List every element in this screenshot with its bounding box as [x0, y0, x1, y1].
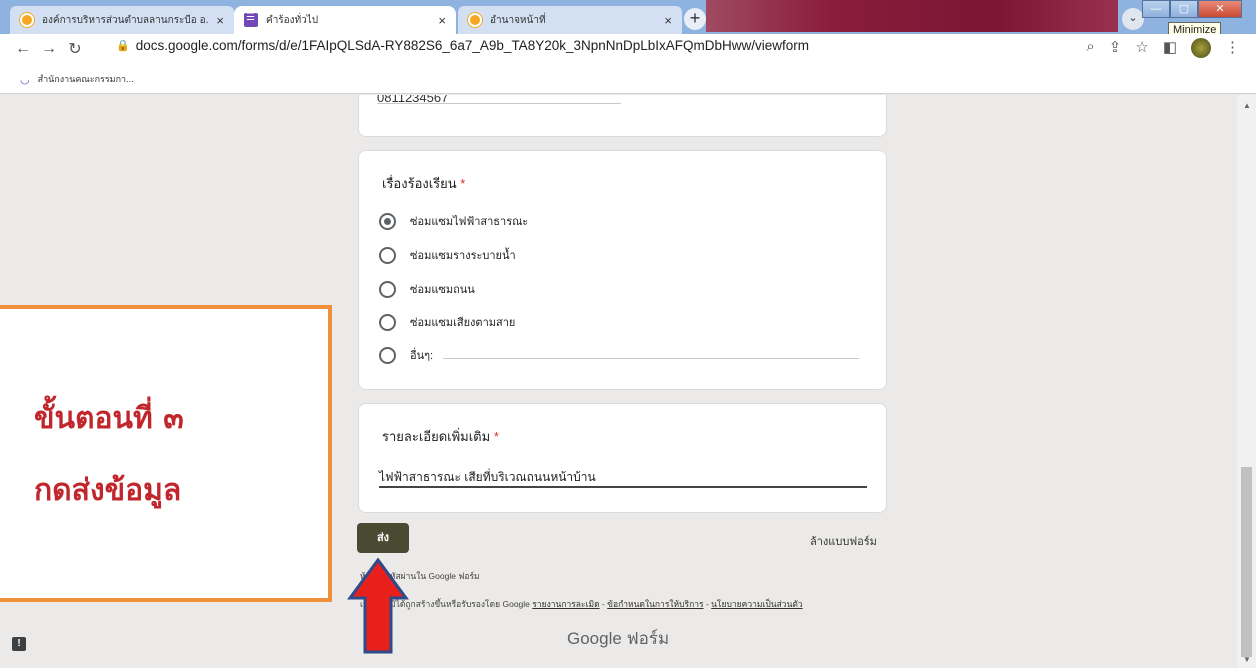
address-bar[interactable]: 🔒 docs.google.com/forms/d/e/1FAIpQLSdA-R… — [116, 38, 809, 53]
callout-step: ขั้นตอนที่ ๓ — [34, 401, 184, 436]
forward-icon[interactable]: → — [36, 40, 62, 58]
tab-label: องค์การบริหารส่วนตำบลลานกระบือ อ. — [42, 14, 209, 26]
option-label: ซ่อมแซมเสียงตามสาย — [410, 317, 516, 329]
option-2[interactable]: ซ่อมแซมรางระบายน้ำ — [379, 246, 516, 264]
details-title-text: รายละเอียดเพิ่มเติม — [382, 429, 491, 444]
radio-icon[interactable] — [379, 246, 396, 264]
close-icon[interactable]: × — [438, 13, 446, 28]
close-window-button[interactable]: ✕ — [1198, 0, 1242, 18]
phone-card: 0811234567 — [358, 95, 887, 137]
window-controls: — ▢ ✕ — [1142, 0, 1242, 18]
option-label: ซ่อมแซมถนน — [410, 284, 475, 296]
share-icon[interactable]: ⇪ — [1109, 38, 1122, 58]
orange-circle-icon — [468, 13, 482, 27]
google-forms-icon — [244, 12, 258, 27]
required-mark: * — [460, 176, 466, 191]
other-input[interactable] — [443, 358, 859, 359]
details-underline — [379, 486, 867, 488]
browser-toolbar: ← → ↻ 🔒 docs.google.com/forms/d/e/1FAIpQ… — [0, 34, 1256, 64]
reload-icon[interactable]: ↻ — [62, 39, 88, 59]
new-tab-button[interactable]: + — [684, 8, 706, 30]
privacy-link[interactable]: นโยบายความเป็นส่วนตัว — [711, 599, 803, 609]
url-text: docs.google.com/forms/d/e/1FAIpQLSdA-RY8… — [135, 38, 810, 53]
tab-label: คำร้องทั่วไป — [266, 14, 319, 26]
browser-titlebar: องค์การบริหารส่วนตำบลลานกระบือ อ. × คำร้… — [0, 0, 1256, 38]
details-input[interactable]: ไฟฟ้าสาธารณะ เสียที่บริเวณถนนหน้าบ้าน — [379, 468, 596, 487]
bookmark-star-icon[interactable]: ☆ — [1135, 38, 1148, 58]
option-label: ซ่อมแซมไฟฟ้าสาธารณะ — [410, 216, 529, 228]
scroll-down-icon[interactable]: ▼ — [1243, 655, 1251, 664]
option-3[interactable]: ซ่อมแซมถนน — [379, 280, 475, 298]
close-icon[interactable]: × — [216, 13, 224, 28]
side-panel-icon[interactable]: ◧ — [1163, 38, 1177, 58]
page-scrollbar[interactable]: ▲ ▼ — [1237, 95, 1256, 668]
red-arrow-icon — [347, 558, 409, 654]
menu-icon[interactable]: ⋮ — [1225, 38, 1240, 58]
bookmarks-bar: ◡ สำนักงานคณะกรรมกา... — [0, 64, 1256, 94]
scroll-thumb[interactable] — [1241, 467, 1252, 657]
tab-search-button[interactable]: ⌄ — [1122, 8, 1144, 30]
lock-icon: 🔒 — [116, 40, 130, 52]
tab-3[interactable]: อำนาจหน้าที่ × — [458, 6, 682, 34]
clear-form-button[interactable]: ล้างแบบฟอร์ม — [810, 532, 877, 550]
instruction-callout: ขั้นตอนที่ ๓ กดส่งข้อมูล — [0, 305, 332, 602]
avatar[interactable] — [1191, 38, 1211, 58]
phone-underline — [377, 103, 621, 104]
bookmark-favicon-icon: ◡ — [20, 73, 30, 86]
submit-button[interactable]: ส่ง — [357, 523, 409, 553]
details-card: รายละเอียดเพิ่มเติม * ไฟฟ้าสาธารณะ เสียท… — [358, 403, 887, 513]
zoom-icon[interactable]: ⌕ — [1086, 38, 1094, 58]
titlebar-background — [706, 0, 1118, 32]
terms-link[interactable]: ข้อกำหนดในการให้บริการ — [607, 599, 703, 609]
complaint-title: เรื่องร้องเรียน * — [382, 173, 465, 194]
required-mark: * — [493, 429, 499, 444]
tab-label: อำนาจหน้าที่ — [490, 14, 546, 26]
tab-1[interactable]: องค์การบริหารส่วนตำบลลานกระบือ อ. × — [10, 6, 234, 34]
callout-action: กดส่งข้อมูล — [34, 473, 182, 508]
option-1[interactable]: ซ่อมแซมไฟฟ้าสาธารณะ — [379, 212, 528, 230]
maximize-button[interactable]: ▢ — [1170, 0, 1198, 18]
radio-selected-icon[interactable] — [379, 212, 396, 230]
brand-google: Google — [567, 629, 622, 648]
radio-icon[interactable] — [379, 346, 396, 364]
back-icon[interactable]: ← — [10, 40, 36, 58]
option-other[interactable]: อื่นๆ: — [379, 346, 433, 364]
orange-circle-icon — [20, 13, 34, 27]
report-abuse-link[interactable]: รายงานการละเมิด — [532, 599, 599, 609]
google-forms-logo[interactable]: Google ฟอร์ม — [567, 625, 669, 652]
close-icon[interactable]: × — [664, 13, 672, 28]
feedback-icon[interactable]: ! — [12, 637, 26, 651]
option-label: ซ่อมแซมรางระบายน้ำ — [410, 250, 516, 262]
option-label: อื่นๆ: — [410, 350, 434, 362]
disclaimer: เนื้อหานี้มิได้ถูกสร้างขึ้นหรือรับรองโดย… — [360, 599, 803, 609]
minimize-button[interactable]: — — [1142, 0, 1170, 18]
brand-forms: ฟอร์ม — [626, 629, 670, 648]
bookmark-item[interactable]: ◡ สำนักงานคณะกรรมกา... — [20, 72, 134, 86]
toolbar-right-icons: ⌕ ⇪ ☆ ◧ ⋮ — [1086, 38, 1240, 58]
radio-icon[interactable] — [379, 280, 396, 298]
details-title: รายละเอียดเพิ่มเติม * — [382, 426, 499, 447]
tab-2[interactable]: คำร้องทั่วไป × — [234, 6, 456, 34]
option-4[interactable]: ซ่อมแซมเสียงตามสาย — [379, 313, 515, 331]
complaint-card: เรื่องร้องเรียน * ซ่อมแซมไฟฟ้าสาธารณะ ซ่… — [358, 150, 887, 390]
radio-icon[interactable] — [379, 313, 396, 331]
bookmark-label: สำนักงานคณะกรรมกา... — [37, 74, 134, 84]
complaint-title-text: เรื่องร้องเรียน — [382, 176, 457, 191]
scroll-up-icon[interactable]: ▲ — [1243, 101, 1251, 110]
form-page: 0811234567 เรื่องร้องเรียน * ซ่อมแซมไฟฟ้… — [0, 95, 1237, 668]
